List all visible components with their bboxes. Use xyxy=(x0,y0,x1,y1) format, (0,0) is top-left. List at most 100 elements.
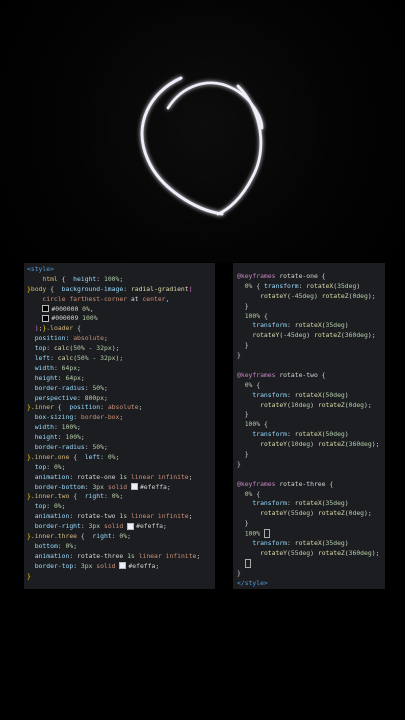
code-line: transform: rotateX(35deg) xyxy=(233,539,385,549)
code-token: 0deg xyxy=(352,291,368,300)
code-token: rotate-three { xyxy=(275,479,334,488)
code-token: 3px xyxy=(80,561,93,570)
code-token: border-bottom xyxy=(34,482,85,491)
code-token: } xyxy=(237,301,249,310)
code-token: 360deg xyxy=(348,440,372,449)
code-token: { xyxy=(260,420,268,429)
code-line: #000000 0%, xyxy=(24,305,215,315)
code-token: perspective xyxy=(34,393,78,402)
code-token: : xyxy=(100,452,108,461)
code-token: width xyxy=(34,423,54,432)
code-token: circle farthest-corner xyxy=(42,294,128,303)
code-line: border-radius: 50%; xyxy=(24,443,215,453)
code-token: : rotate-one xyxy=(69,472,120,481)
code-token: { xyxy=(46,284,62,293)
code-token: transform xyxy=(252,321,288,330)
code-token: ; xyxy=(119,413,124,422)
code-line: @keyframes rotate-one { xyxy=(233,272,385,282)
color-swatch-icon xyxy=(127,522,135,530)
code-token: 100% xyxy=(244,420,261,429)
code-line: @keyframes rotate-two { xyxy=(233,371,385,381)
code-token: rotateZ xyxy=(321,291,349,300)
code-token: 50% xyxy=(77,354,89,363)
code-line: html { height: 100%; xyxy=(24,275,215,285)
code-token: rotateY xyxy=(260,440,288,449)
color-swatch-icon xyxy=(42,314,50,322)
code-token: rotateZ xyxy=(317,548,345,557)
code-token: ); xyxy=(371,548,380,557)
code-token: linear infinite xyxy=(138,551,197,560)
code-token: #efeffa; xyxy=(136,522,167,531)
code-token: : xyxy=(100,403,108,412)
code-token: 100% xyxy=(65,433,81,442)
code-token: } xyxy=(237,410,249,419)
code-token: 35deg xyxy=(325,499,345,508)
code-token: 32px xyxy=(96,344,112,353)
code-token: 0% xyxy=(82,304,90,313)
code-token: solid xyxy=(107,482,128,491)
code-line: rotateY(10deg) rotateZ(0deg); xyxy=(233,401,385,411)
code-token: 55deg xyxy=(290,509,311,518)
code-token: : xyxy=(103,492,112,501)
code-token: calc xyxy=(57,354,74,363)
code-token: transform xyxy=(252,430,288,439)
code-token: solid xyxy=(103,522,124,531)
code-token: : xyxy=(57,433,66,442)
code-line: }.inner.two { right: 0%; xyxy=(24,492,215,502)
code-token: @keyframes xyxy=(237,272,276,280)
code-line: }.inner.one { left: 0%; xyxy=(24,453,215,463)
code-token: } xyxy=(237,568,241,577)
loader-preview xyxy=(0,0,405,262)
code-line: left: calc(50% - 32px); xyxy=(24,354,215,364)
code-token: : rotate-three xyxy=(69,551,128,560)
code-token: #efeffa; xyxy=(128,561,160,570)
code-token: @keyframes xyxy=(237,370,276,379)
code-token: ; xyxy=(103,393,108,402)
code-token: : xyxy=(77,393,85,402)
code-token: ; xyxy=(188,472,193,481)
code-token: 64px xyxy=(61,363,78,372)
code-token: @keyframes xyxy=(237,479,276,488)
code-token: absolute xyxy=(73,334,104,343)
code-token: ; xyxy=(138,403,143,412)
code-token: 35deg xyxy=(337,281,357,290)
code-line: bottom: 0%; xyxy=(24,542,215,552)
code-line: } xyxy=(24,572,215,582)
code-token: : xyxy=(46,462,54,471)
ring-two-arc xyxy=(166,81,264,130)
code-token: ); xyxy=(364,509,372,518)
code-token: ) xyxy=(313,291,322,300)
ring-three-arc xyxy=(216,84,263,216)
code-token: right xyxy=(84,492,104,501)
code-token: : xyxy=(46,344,54,353)
code-token: ; xyxy=(80,433,85,442)
code-token: : xyxy=(96,274,104,283)
code-token: rotateX xyxy=(306,281,334,290)
code-token: ) xyxy=(306,331,314,340)
css-code-block: <style> html { height: 100%;}body { back… xyxy=(24,263,215,582)
code-token: rotateX xyxy=(294,499,322,508)
code-token: 35deg xyxy=(325,539,345,548)
code-line: #000009 100% xyxy=(24,314,215,324)
code-token: height xyxy=(34,433,58,442)
code-line: transform: rotateX(35deg) xyxy=(233,499,385,509)
code-token: solid xyxy=(96,561,116,570)
code-token: : xyxy=(57,373,66,382)
color-swatch-icon xyxy=(130,483,138,491)
code-token: border-top xyxy=(34,561,74,570)
code-token: transform xyxy=(263,281,299,290)
